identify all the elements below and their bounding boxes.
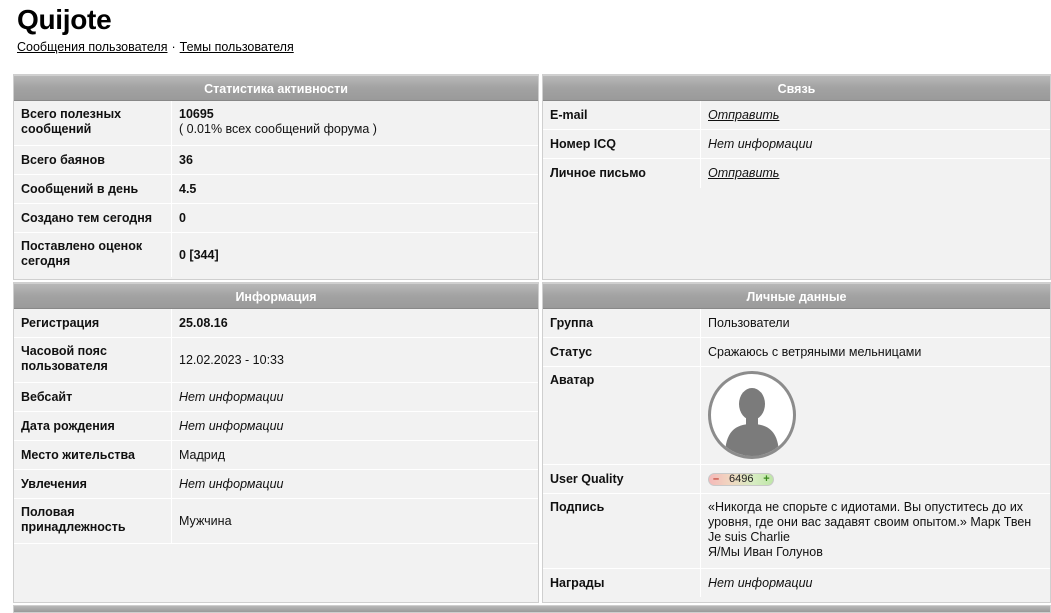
personal-row-quality: User Quality – 6496 +	[543, 465, 1050, 494]
info-value: Нет информации	[179, 418, 284, 433]
contact-label: Личное письмо	[543, 159, 701, 188]
stat-label: Сообщений в день	[14, 175, 172, 203]
contact-label: E-mail	[543, 101, 701, 129]
user-links: Сообщения пользователя · Темы пользователя	[17, 40, 294, 54]
info-label: Половая принадлежность	[14, 499, 172, 543]
send-email-link[interactable]: Отправить	[708, 108, 779, 123]
signature-line: «Никогда не спорьте с идиотами. Вы опуст…	[708, 500, 1032, 529]
personal-row-status: Статус Сражаюсь с ветряными мельницами	[543, 338, 1050, 367]
stat-value: 0 [344]	[179, 247, 219, 262]
stat-posts-share: ( 0.01% всех сообщений форума )	[179, 122, 377, 136]
stat-label: Всего баянов	[14, 146, 172, 174]
contact-row-icq: Номер ICQ Нет информации	[543, 130, 1050, 159]
quality-value: 6496	[729, 472, 754, 485]
signature-text: «Никогда не спорьте с идиотами. Вы опуст…	[701, 494, 1050, 568]
signature-line: Я/Мы Иван Голунов	[708, 545, 823, 559]
info-value: Нет информации	[179, 389, 284, 404]
page-title: Quijote	[17, 4, 112, 35]
contact-row-email: E-mail Отправить	[543, 101, 1050, 130]
stat-label: Создано тем сегодня	[14, 204, 172, 232]
user-quality-widget: – 6496 +	[708, 472, 775, 486]
personal-label: User Quality	[543, 465, 701, 493]
personal-value: Нет информации	[708, 575, 813, 590]
link-separator: ·	[171, 40, 176, 54]
info-row-gender: Половая принадлежность Мужчина	[14, 499, 538, 544]
stat-row-bayans: Всего баянов 36	[14, 146, 538, 175]
personal-panel: Личные данные Группа Пользователи Статус…	[542, 282, 1051, 603]
info-row-website: Вебсайт Нет информации	[14, 383, 538, 412]
stat-value: 10695 ( 0.01% всех сообщений форума )	[172, 101, 538, 145]
info-header: Информация	[14, 283, 538, 309]
info-label: Регистрация	[14, 309, 172, 337]
signature-line: Je suis Charlie	[708, 530, 790, 544]
contact-value: Нет информации	[708, 136, 813, 151]
personal-value	[701, 367, 1050, 464]
quality-minus-button[interactable]: –	[709, 474, 723, 485]
quality-plus-button[interactable]: +	[759, 474, 773, 485]
info-value: Мужчина	[179, 513, 232, 528]
next-panel-header	[13, 605, 1051, 613]
stat-label: Поставлено оценок сегодня	[14, 233, 172, 277]
send-pm-link[interactable]: Отправить	[708, 166, 779, 181]
stat-value: 4.5	[179, 181, 197, 196]
info-row-registration: Регистрация 25.08.16	[14, 309, 538, 338]
personal-label: Группа	[543, 309, 701, 337]
info-label: Часовой пояс пользователя	[14, 338, 172, 382]
stat-row-topics-today: Создано тем сегодня 0	[14, 204, 538, 233]
personal-label: Подпись	[543, 494, 701, 568]
info-row-location: Место жительства Мадрид	[14, 441, 538, 470]
default-avatar-icon	[708, 371, 796, 459]
contact-header: Связь	[543, 75, 1050, 101]
user-topics-link[interactable]: Темы пользователя	[180, 40, 294, 54]
stat-row-posts: Всего полезных сообщений 10695 ( 0.01% в…	[14, 101, 538, 146]
user-messages-link[interactable]: Сообщения пользователя	[17, 40, 167, 54]
info-value: 25.08.16	[179, 315, 228, 330]
contact-value: Отправить	[701, 159, 1050, 188]
personal-value: Пользователи	[708, 315, 790, 330]
info-label: Дата рождения	[14, 412, 172, 440]
personal-row-awards: Награды Нет информации	[543, 569, 1050, 597]
info-row-hobbies: Увлечения Нет информации	[14, 470, 538, 499]
stat-posts-count: 10695	[179, 107, 214, 121]
info-label: Увлечения	[14, 470, 172, 498]
personal-row-avatar: Аватар	[543, 367, 1050, 465]
personal-value: Сражаюсь с ветряными мельницами	[708, 344, 922, 359]
personal-label: Статус	[543, 338, 701, 366]
personal-header: Личные данные	[543, 283, 1050, 309]
personal-row-signature: Подпись «Никогда не спорьте с идиотами. …	[543, 494, 1050, 569]
activity-panel: Статистика активности Всего полезных соо…	[13, 74, 539, 280]
info-panel: Информация Регистрация 25.08.16 Часовой …	[13, 282, 539, 603]
contact-label: Номер ICQ	[543, 130, 701, 158]
info-label: Место жительства	[14, 441, 172, 469]
info-value: Мадрид	[179, 447, 226, 462]
info-label: Вебсайт	[14, 383, 172, 411]
stat-label: Всего полезных сообщений	[14, 101, 172, 145]
personal-label: Награды	[543, 569, 701, 597]
stat-value: 0	[179, 210, 186, 225]
personal-row-group: Группа Пользователи	[543, 309, 1050, 338]
stat-row-ratings-today: Поставлено оценок сегодня 0 [344]	[14, 233, 538, 277]
personal-label: Аватар	[543, 367, 701, 464]
contact-value: Отправить	[701, 101, 1050, 129]
info-row-birthday: Дата рождения Нет информации	[14, 412, 538, 441]
info-value: Нет информации	[179, 476, 284, 491]
stat-value: 36	[179, 152, 193, 167]
personal-value: – 6496 +	[701, 465, 1050, 493]
contact-row-pm: Личное письмо Отправить	[543, 159, 1050, 188]
info-value: 12.02.2023 - 10:33	[179, 352, 284, 367]
info-row-timezone: Часовой пояс пользователя 12.02.2023 - 1…	[14, 338, 538, 383]
activity-header: Статистика активности	[14, 75, 538, 101]
stat-row-per-day: Сообщений в день 4.5	[14, 175, 538, 204]
contact-panel: Связь E-mail Отправить Номер ICQ Нет инф…	[542, 74, 1051, 280]
